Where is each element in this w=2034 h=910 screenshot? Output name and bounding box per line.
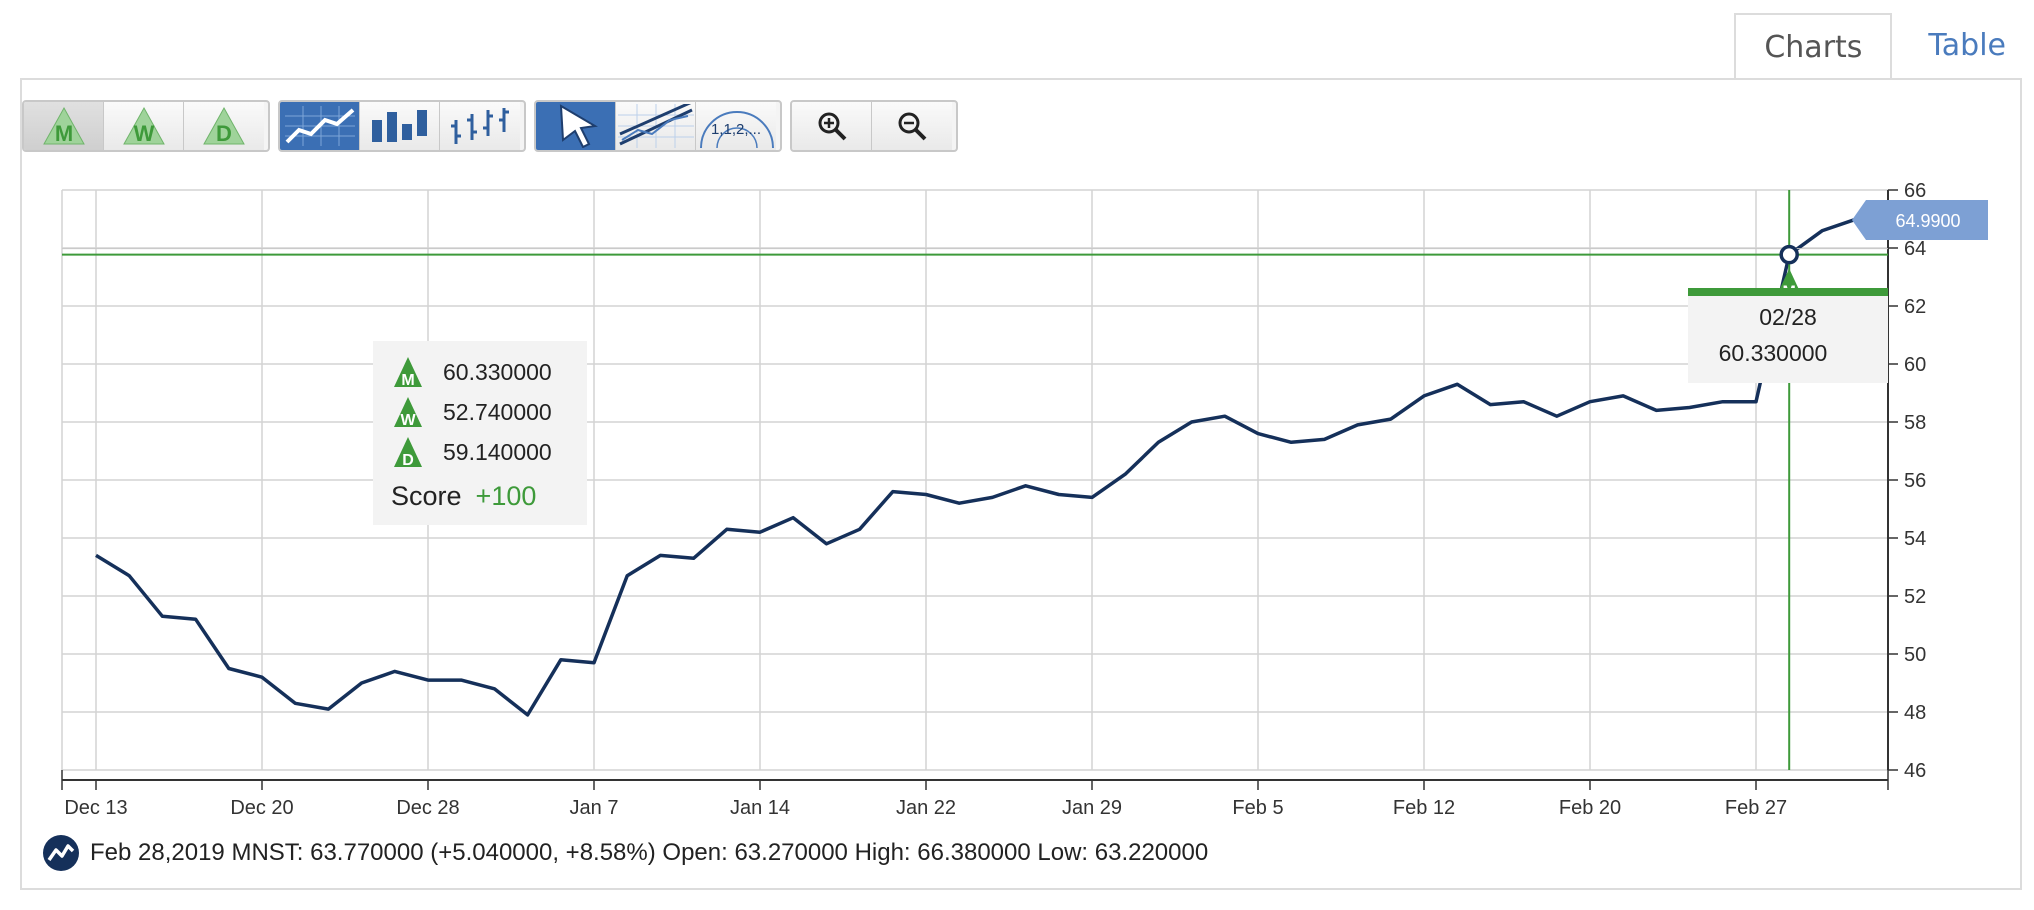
x-tick-label: Jan 7 <box>570 797 619 819</box>
score-row-letter: D <box>402 452 414 468</box>
monthly-rating-icon: M <box>394 357 422 388</box>
y-tick-label: 66 <box>1904 180 1926 202</box>
stock-logo-icon <box>43 835 79 871</box>
y-tick-label: 54 <box>1904 528 1926 550</box>
x-tick-label: Feb 5 <box>1232 797 1283 819</box>
x-tick-label: Feb 12 <box>1393 797 1455 819</box>
y-tick-label: 56 <box>1904 470 1926 492</box>
y-tick-label: 62 <box>1904 296 1926 318</box>
score-label: Score <box>391 481 462 511</box>
x-tick-label: Dec 20 <box>230 797 293 819</box>
crosshair-date-panel: 02/28 60.330000 <box>1688 288 1888 383</box>
daily-rating-icon: D <box>394 437 422 468</box>
x-tick-label: Dec 28 <box>396 797 459 819</box>
last-price-tag: 64.9900 <box>1852 200 1988 240</box>
price-chart[interactable]: 46 48 50 52 54 56 58 60 62 64 66 Dec 13 Dec 20 Dec 28… <box>0 0 2034 910</box>
y-tick-label: 52 <box>1904 586 1926 608</box>
score-row-value: 60.330000 <box>443 358 552 385</box>
date-panel-bar <box>1688 288 1888 296</box>
crosshair-point <box>1779 244 1799 265</box>
x-tick-label: Jan 22 <box>896 797 956 819</box>
last-price-label: 64.9900 <box>1895 211 1960 231</box>
status-line: Feb 28,2019 MNST: 63.770000 (+5.040000, … <box>42 834 1208 872</box>
score-row-weekly: W 52.740000 <box>393 395 552 429</box>
x-tick-label: Jan 29 <box>1062 797 1122 819</box>
score-row-value: 59.140000 <box>443 438 552 465</box>
y-tick-label: 50 <box>1904 644 1926 666</box>
y-tick-label: 60 <box>1904 354 1926 376</box>
y-tick-label: 64 <box>1904 238 1926 260</box>
crosshair-value: 60.330000 <box>1718 340 1828 366</box>
y-tick-label: 48 <box>1904 702 1926 724</box>
score-row-letter: W <box>400 412 416 428</box>
score-total: Score +100 <box>391 481 536 512</box>
chart-series <box>95 217 1857 717</box>
score-row-monthly: M 60.330000 <box>393 355 552 389</box>
price-line <box>95 217 1857 717</box>
weekly-rating-icon: W <box>394 397 422 428</box>
rating-score-panel: M 60.330000 W 52.740000 D 59.140000 Scor… <box>373 341 587 525</box>
status-text: Feb 28,2019 MNST: 63.770000 (+5.040000, … <box>90 839 1209 866</box>
y-tick-label: 46 <box>1904 760 1926 782</box>
score-row-value: 52.740000 <box>443 398 552 425</box>
x-tick-label: Jan 14 <box>730 797 790 819</box>
score-row-daily: D 59.140000 <box>393 435 552 469</box>
x-tick-label: Feb 20 <box>1559 797 1621 819</box>
chart-axes: 46 48 50 52 54 56 58 60 62 64 66 Dec 13 Dec 20 Dec 28… <box>61 180 1926 819</box>
score-row-letter: M <box>401 372 414 388</box>
score-value: +100 <box>475 481 537 511</box>
chart-grid <box>61 189 1888 771</box>
y-tick-label: 58 <box>1904 412 1926 434</box>
x-tick-label: Feb 27 <box>1725 797 1787 819</box>
crosshair-date: 02/28 <box>1759 304 1817 330</box>
x-tick-label: Dec 13 <box>64 797 127 819</box>
